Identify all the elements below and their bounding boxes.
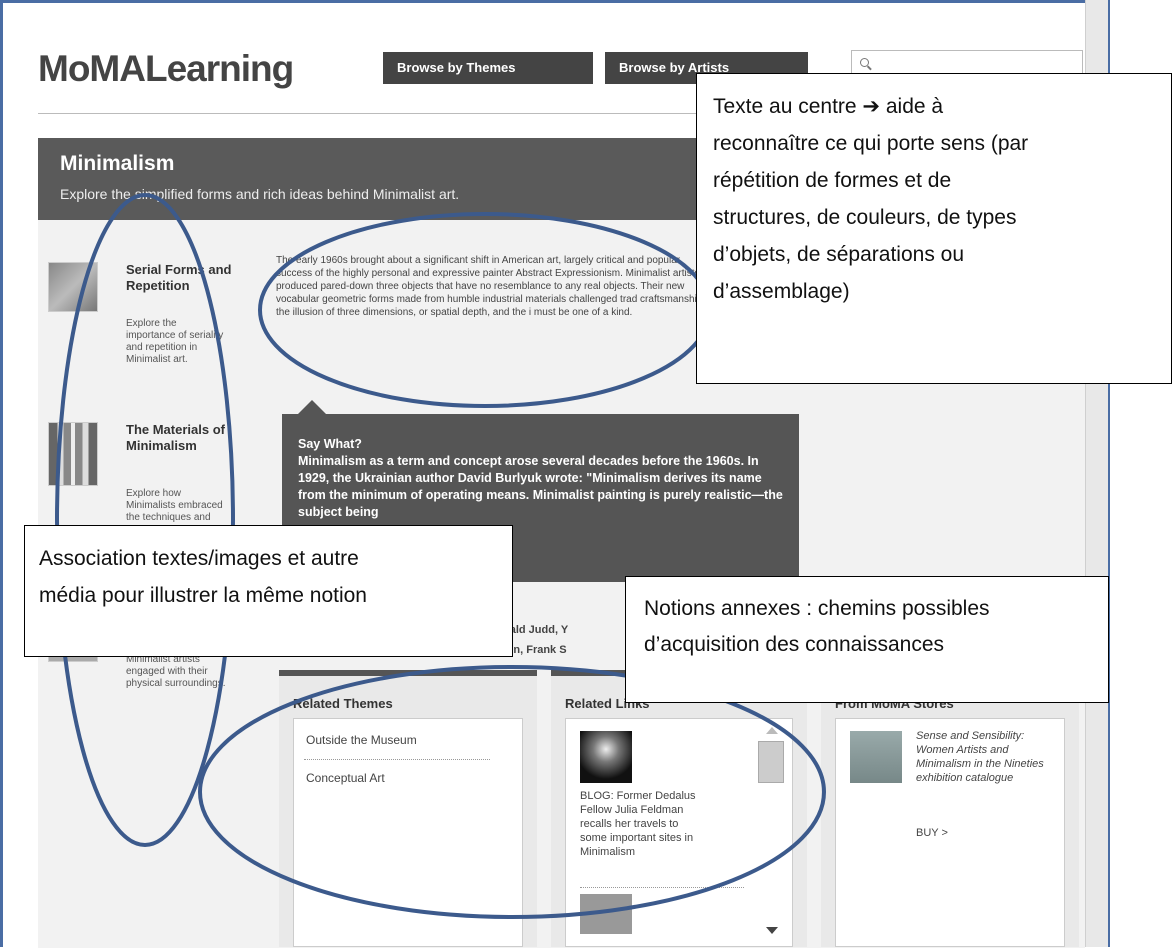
callout-line: reconnaître ce qui porte sens (par	[713, 132, 1029, 155]
callout-line: Texte au centre ➔ aide à	[713, 95, 944, 118]
callout-line: d’assemblage)	[713, 280, 850, 303]
callout-line: d’objets, de séparations ou	[713, 243, 965, 266]
callout-right: Notions annexes : chemins possibles d’ac…	[625, 576, 1109, 703]
callout-center: Texte au centre ➔ aide à reconnaître ce …	[696, 73, 1172, 384]
callout-line: structures, de couleurs, de types	[713, 206, 1017, 229]
callout-line: Notions annexes : chemins possibles	[644, 597, 990, 620]
callout-line: média pour illustrer la même notion	[39, 584, 367, 607]
oval-intro	[258, 212, 712, 408]
callout-line: répétition de formes et de	[713, 169, 952, 192]
callout-left: Association textes/images et autre média…	[24, 525, 513, 657]
callout-line: Association textes/images et autre	[39, 547, 359, 570]
callout-line: d’acquisition des connaissances	[644, 633, 945, 656]
oval-related	[198, 665, 826, 919]
oval-sidebar	[55, 193, 235, 847]
